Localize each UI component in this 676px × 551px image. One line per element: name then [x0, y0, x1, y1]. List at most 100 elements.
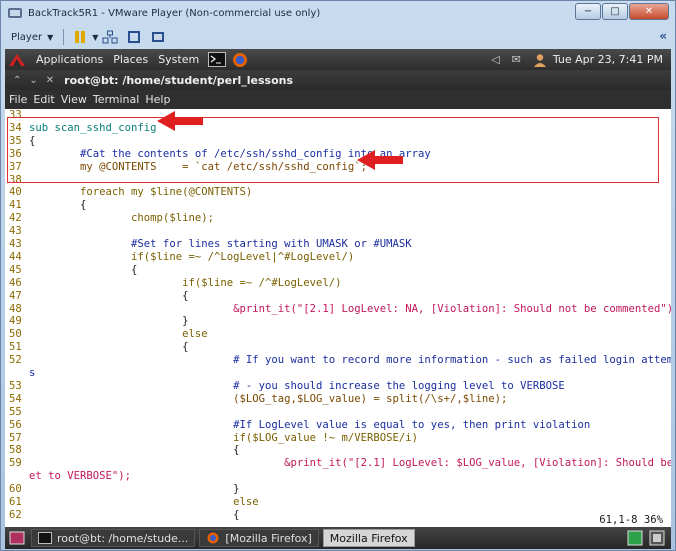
- taskbar-item-firefox[interactable]: [Mozilla Firefox]: [199, 529, 319, 547]
- show-desktop-icon[interactable]: [9, 531, 25, 545]
- line-number: 54: [9, 392, 22, 405]
- code-line: 48 &print_it("[2.1] LogLevel: NA, [Viola…: [5, 303, 671, 316]
- menu-file[interactable]: File: [9, 93, 27, 106]
- volume-icon[interactable]: ◁: [491, 53, 499, 66]
- line-number: 44: [9, 250, 22, 263]
- vmware-window-title: BackTrack5R1 - VMware Player (Non-commer…: [28, 7, 321, 19]
- panel-datetime[interactable]: Tue Apr 23, 7:41 PM: [553, 53, 663, 66]
- line-number: 57: [9, 431, 22, 444]
- line-number: 59: [9, 457, 22, 470]
- toolbar-divider: [63, 29, 65, 45]
- line-number: 48: [9, 302, 22, 315]
- code-text: &print_it("[2.1] LogLevel: $LOG_value, […: [29, 457, 671, 470]
- taskbar-item-firefox-active[interactable]: Mozilla Firefox: [322, 529, 415, 547]
- code-text: else: [29, 328, 208, 341]
- player-menu-button[interactable]: Player ▼: [5, 28, 59, 46]
- gnome-bottom-panel: root@bt: /home/stude... [Mozilla Firefox…: [5, 527, 671, 549]
- taskbar-tray: [621, 530, 665, 546]
- menu-terminal[interactable]: Terminal: [93, 93, 140, 106]
- code-text: #Set for lines starting with UMASK or #U…: [29, 238, 412, 250]
- code-text: {: [29, 289, 189, 302]
- workspace-switcher-icon[interactable]: [627, 530, 643, 546]
- terminal-launcher-icon[interactable]: [208, 52, 227, 67]
- mail-icon[interactable]: ✉: [512, 53, 521, 66]
- taskbar-item-label: [Mozilla Firefox]: [225, 531, 312, 545]
- code-line: 43 #Set for lines starting with UMASK or…: [5, 238, 412, 251]
- taskbar-item-terminal[interactable]: root@bt: /home/stude...: [31, 529, 196, 547]
- network-button[interactable]: [101, 29, 119, 45]
- line-number: 61: [9, 496, 22, 508]
- code-line: s: [5, 367, 35, 380]
- chevron-up-icon[interactable]: ⌃: [13, 75, 21, 86]
- code-line: 49 }: [5, 315, 188, 328]
- fullscreen-button[interactable]: [125, 29, 143, 45]
- line-number: 41: [9, 199, 22, 212]
- code-text: {: [29, 341, 189, 354]
- trash-icon[interactable]: [649, 530, 665, 546]
- terminal-icon: [38, 532, 52, 544]
- firefox-icon: [207, 532, 219, 544]
- line-number: 56: [9, 418, 22, 431]
- code-line: 44 if($line =~ /^LogLevel|^#LogLevel/): [5, 251, 354, 264]
- vmware-window: BackTrack5R1 - VMware Player (Non-commer…: [0, 0, 676, 551]
- line-number: 45: [9, 263, 22, 276]
- code-line: 43: [5, 225, 29, 238]
- network-icon: [102, 30, 118, 44]
- collapse-toolbar-button[interactable]: «: [659, 29, 667, 43]
- unity-button[interactable]: [149, 29, 167, 45]
- code-text: else: [29, 496, 259, 508]
- gnome-top-panel: Applications Places System ◁ ✉ Tue Apr 2…: [5, 49, 671, 70]
- player-menu-label: Player: [11, 31, 43, 43]
- menu-edit[interactable]: Edit: [33, 93, 54, 106]
- code-line: 54 ($LOG_tag,$LOG_value) = split(/\s+/,$…: [5, 393, 507, 406]
- code-line: et to VERBOSE");: [5, 470, 131, 483]
- firefox-icon[interactable]: [232, 52, 248, 68]
- menu-applications[interactable]: Applications: [31, 53, 108, 66]
- menu-help[interactable]: Help: [145, 93, 170, 106]
- chevron-down-icon[interactable]: ▼: [92, 33, 98, 42]
- code-line: 61 else: [5, 496, 259, 509]
- menu-system[interactable]: System: [153, 53, 204, 66]
- line-number: 47: [9, 289, 22, 302]
- code-line: 52 # If you want to record more informat…: [5, 354, 671, 367]
- code-text: if($line =~ /^#LogLevel/): [29, 276, 342, 289]
- window-controls: − □ ✕: [574, 3, 669, 20]
- cursor-position-status: 61,1-8 36%: [599, 514, 663, 526]
- menu-places[interactable]: Places: [108, 53, 153, 66]
- code-line: 46 if($line =~ /^#LogLevel/): [5, 277, 342, 290]
- code-text: }: [29, 483, 240, 496]
- guest-screen: Applications Places System ◁ ✉ Tue Apr 2…: [5, 49, 671, 549]
- code-text: # If you want to record more information…: [29, 354, 671, 367]
- minimize-button[interactable]: −: [575, 3, 601, 20]
- code-line: 42 chomp($line);: [5, 212, 214, 225]
- pause-icon: [75, 31, 86, 43]
- vmware-logo-icon: [8, 8, 22, 18]
- user-icon[interactable]: [533, 53, 547, 67]
- code-text: if($line =~ /^LogLevel|^#LogLevel/): [29, 250, 355, 263]
- close-button[interactable]: ✕: [629, 3, 669, 20]
- code-line: 51 {: [5, 341, 188, 354]
- menu-view[interactable]: View: [61, 93, 87, 106]
- pause-button[interactable]: [71, 29, 89, 45]
- vmware-toolbar: Player ▼ ▼ «: [5, 27, 671, 47]
- line-number: 58: [9, 444, 22, 457]
- backtrack-logo-icon[interactable]: [7, 52, 27, 68]
- line-number: 46: [9, 276, 22, 289]
- code-line: 56 #If LogLevel value is equal to yes, t…: [5, 419, 590, 432]
- code-line: 55: [5, 406, 29, 419]
- line-number: 49: [9, 315, 22, 328]
- code-text: if($LOG_value !~ m/VERBOSE/i): [29, 431, 419, 444]
- fullscreen-icon: [128, 31, 141, 43]
- code-line: 50 else: [5, 328, 208, 341]
- chevron-down-icon: ▼: [47, 32, 54, 42]
- code-text: &print_it("[2.1] LogLevel: NA, [Violatio…: [29, 302, 671, 315]
- maximize-button[interactable]: □: [602, 3, 628, 20]
- line-number: 43: [9, 238, 22, 250]
- line-number: 40: [9, 186, 22, 199]
- line-number: 43: [9, 225, 22, 238]
- chevron-down-icon[interactable]: ⌄: [29, 75, 37, 86]
- close-icon[interactable]: ✕: [46, 75, 54, 86]
- code-line: 45 {: [5, 264, 137, 277]
- code-text: #If LogLevel value is equal to yes, then…: [29, 418, 591, 431]
- terminal-content[interactable]: 33 34 sub scan_sshd_config 35{36 #Cat the c…: [5, 109, 671, 527]
